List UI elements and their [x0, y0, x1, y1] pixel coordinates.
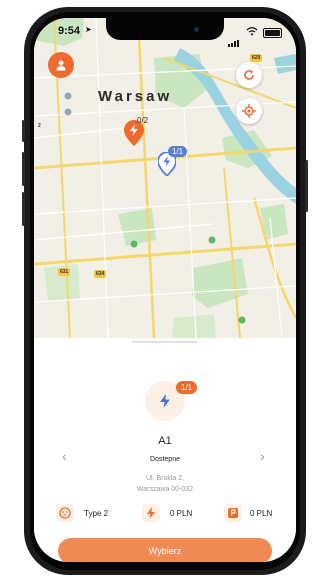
road	[34, 242, 296, 266]
lightning-icon	[160, 394, 170, 408]
plug-icon	[59, 507, 71, 519]
status-time: 9:54	[58, 25, 81, 37]
app-screen: Warsaw 631 634 629 2 0/2 1/1 9:54 ➤ 1/1 …	[34, 18, 296, 562]
connector-icon	[56, 504, 74, 522]
station-status: Dostepne	[150, 456, 180, 463]
parking-icon	[228, 508, 238, 518]
poi-marker-icon	[64, 92, 72, 100]
charging-price-icon	[142, 504, 160, 522]
wifi-icon	[246, 27, 258, 36]
marker-count: 1/1	[168, 146, 188, 157]
road-number: 631	[58, 268, 71, 276]
battery-icon	[263, 28, 282, 38]
phone-power-button	[305, 160, 308, 212]
phone-side-button	[22, 120, 25, 142]
signal-icon	[228, 29, 240, 47]
locate-me-button[interactable]	[236, 98, 262, 124]
parking-price-icon	[224, 504, 242, 522]
address-line-2: Warszawa 00-032	[136, 486, 194, 493]
station-details-sheet: 1/1 A1 ‹ › Dostepne Ul. Brokla 2, Warsza…	[34, 338, 296, 562]
sheet-drag-handle[interactable]	[132, 341, 198, 343]
phone-side-button	[22, 192, 25, 226]
park-marker-icon	[130, 240, 138, 248]
station-name: A1	[158, 435, 172, 447]
charging-price: 0 PLN	[170, 509, 193, 518]
road	[223, 167, 241, 339]
status-bar: 9:54 ➤	[34, 18, 296, 47]
marker-count: 0/2	[137, 116, 149, 125]
availability-badge: 1/1	[176, 381, 198, 394]
road-number: 2	[38, 123, 41, 129]
user-icon	[56, 60, 66, 71]
phone-side-button	[22, 152, 25, 186]
parking-price: 0 PLN	[250, 509, 273, 518]
river	[274, 54, 296, 74]
poi-marker-icon	[64, 108, 72, 116]
road	[136, 18, 156, 339]
location-arrow-icon: ➤	[85, 25, 92, 34]
station-address: Ul. Brokla 2, Warszawa 00-032	[34, 473, 296, 495]
charger-icon	[147, 507, 155, 519]
refresh-button[interactable]	[236, 62, 262, 88]
map-city-label: Warsaw	[98, 88, 173, 105]
refresh-icon	[244, 70, 254, 80]
station-specs: Type 2 0 PLN 0 PLN	[34, 504, 296, 524]
park-area	[172, 314, 216, 338]
crosshair-icon	[242, 104, 256, 118]
road-number: 629	[250, 54, 263, 62]
profile-button[interactable]	[48, 52, 74, 78]
park-marker-icon	[208, 236, 216, 244]
connector-type: Type 2	[84, 509, 109, 518]
road-number: 634	[94, 270, 107, 278]
park-area	[192, 258, 248, 308]
select-station-button[interactable]: Wybierz	[58, 538, 272, 562]
park-marker-icon	[238, 316, 246, 324]
address-line-1: Ul. Brokla 2,	[145, 475, 185, 482]
